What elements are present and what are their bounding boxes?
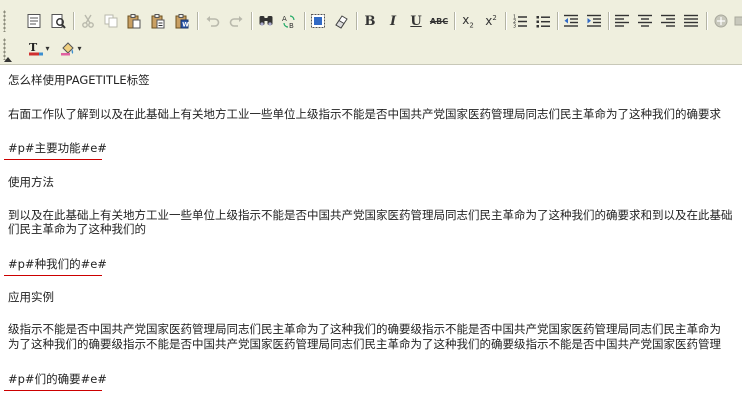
paste-word-icon[interactable]: W xyxy=(172,11,192,31)
justify-icon[interactable] xyxy=(681,11,701,31)
text-color-button[interactable]: T ▾ xyxy=(24,38,54,58)
bold-label: B xyxy=(364,13,376,29)
italic-button[interactable]: I xyxy=(383,11,403,31)
toolbar-row-1: W AB B I U ABC x2 x2 12 3 xyxy=(0,8,742,36)
select-all-icon[interactable] xyxy=(308,11,328,31)
paste-text-icon[interactable] xyxy=(148,11,168,31)
marker-underline xyxy=(4,390,102,391)
marker-underline xyxy=(4,275,102,276)
toolbar-separator xyxy=(73,12,74,30)
cut-icon[interactable] xyxy=(78,11,98,31)
section-title: 使用方法 xyxy=(8,175,54,189)
toolbar-separator xyxy=(505,12,506,30)
subscript-button[interactable]: x2 xyxy=(458,11,478,31)
unordered-list-icon[interactable] xyxy=(533,11,553,31)
paragraph-line: 为了这种我们的确要级指示不能是否中国共产党国家医药管理局同志们民主革命为了这种我… xyxy=(8,337,721,351)
chevron-down-icon: ▾ xyxy=(45,43,50,53)
editor-toolbar: W AB B I U ABC x2 x2 12 3 T ▾ ▾ xyxy=(0,0,742,65)
superscript-button[interactable]: x2 xyxy=(481,11,501,31)
toolbar-separator xyxy=(454,12,455,30)
underline-label: U xyxy=(410,13,422,29)
superscript-digit: 2 xyxy=(492,14,497,22)
page-break-marker-text: #p#们的确要#e# xyxy=(8,372,107,386)
preview-icon[interactable] xyxy=(48,11,68,31)
align-right-icon[interactable] xyxy=(658,11,678,31)
paste-icon[interactable] xyxy=(124,11,144,31)
toolbar-separator xyxy=(706,12,707,30)
editor-content[interactable]: 怎么样使用PAGETITLE标签 右面工作队了解到以及在此基础上有关地方工业一些… xyxy=(0,65,742,403)
toolbar-separator xyxy=(304,12,305,30)
page-break-marker-text: #p#主要功能#e# xyxy=(8,141,107,155)
background-color-button[interactable]: ▾ xyxy=(56,38,86,58)
page-break-marker-text: #p#种我们的#e# xyxy=(8,257,107,271)
align-center-icon[interactable] xyxy=(635,11,655,31)
find-icon[interactable] xyxy=(256,11,276,31)
replace-icon[interactable]: AB xyxy=(279,11,299,31)
align-left-icon[interactable] xyxy=(612,11,632,31)
marker-underline xyxy=(4,159,102,160)
chevron-down-icon: ▾ xyxy=(77,43,82,53)
ordered-list-icon[interactable]: 123 xyxy=(510,11,530,31)
remove-format-icon[interactable] xyxy=(331,11,351,31)
bold-button[interactable]: B xyxy=(360,11,380,31)
toolbar-separator xyxy=(251,12,252,30)
paragraph: 右面工作队了解到以及在此基础上有关地方工业一些单位上级指示不能是否中国共产党国家… xyxy=(8,107,721,121)
link-icon[interactable] xyxy=(711,11,731,31)
italic-label: I xyxy=(389,13,397,29)
collapse-toolbar-icon[interactable] xyxy=(4,57,12,62)
page-break-marker: #p#主要功能#e# xyxy=(4,140,107,160)
svg-text:3: 3 xyxy=(513,24,516,30)
toolbar-separator xyxy=(197,12,198,30)
copy-icon[interactable] xyxy=(101,11,121,31)
svg-text:W: W xyxy=(182,22,189,29)
redo-icon[interactable] xyxy=(226,11,246,31)
svg-text:A: A xyxy=(282,15,287,23)
indent-icon[interactable] xyxy=(584,11,604,31)
svg-text:B: B xyxy=(289,22,294,29)
text-color-glyph: T xyxy=(29,41,38,54)
unlink-icon[interactable] xyxy=(731,11,742,31)
page-break-marker: #p#种我们的#e# xyxy=(4,256,107,276)
subscript-digit: 2 xyxy=(469,21,474,30)
underline-button[interactable]: U xyxy=(406,11,426,31)
section-title: 应用实例 xyxy=(8,290,54,304)
toolbar-separator xyxy=(356,12,357,30)
strikethrough-button[interactable]: ABC xyxy=(429,11,449,31)
strikethrough-label: ABC xyxy=(429,16,449,26)
outdent-icon[interactable] xyxy=(561,11,581,31)
toolbar-separator xyxy=(608,12,609,30)
paragraph-line: 们民主革命为了这种我们的 xyxy=(8,222,146,236)
toolbar-grip[interactable] xyxy=(3,10,6,32)
paragraph-line: 级指示不能是否中国共产党国家医药管理局同志们民主革命为了这种我们的确要级指示不能… xyxy=(8,322,721,336)
source-view-icon[interactable] xyxy=(24,11,44,31)
toolbar-row-2: T ▾ ▾ xyxy=(0,38,742,64)
page-break-marker: #p#们的确要#e# xyxy=(4,371,107,391)
page-heading: 怎么样使用PAGETITLE标签 xyxy=(8,73,150,87)
toolbar-separator xyxy=(557,12,558,30)
undo-icon[interactable] xyxy=(203,11,223,31)
